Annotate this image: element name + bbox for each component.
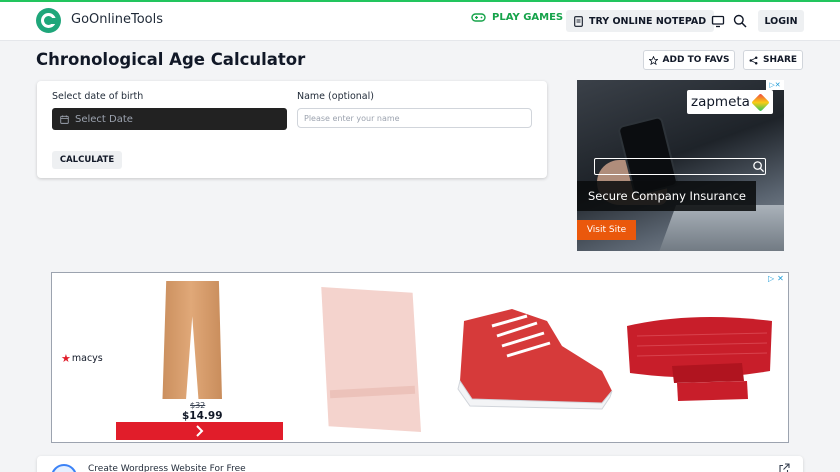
adchoices-icon[interactable]: ▷✕ bbox=[768, 273, 788, 283]
logo-icon[interactable] bbox=[36, 8, 61, 33]
share-label: SHARE bbox=[762, 55, 798, 65]
add-to-favs-button[interactable]: ADD TO FAVS bbox=[643, 50, 735, 70]
page-title: Chronological Age Calculator bbox=[36, 50, 306, 69]
ad-search-icon bbox=[753, 161, 765, 173]
ad-next-button[interactable] bbox=[116, 422, 283, 440]
macys-logo: ★ macys bbox=[61, 352, 103, 365]
monitor-icon[interactable] bbox=[711, 14, 725, 28]
calculator-card: Select date of birth Name (optional) Sel… bbox=[37, 81, 547, 178]
banner-ad[interactable]: ▷ ✕ ★ macys $32 $14.99 bbox=[51, 272, 789, 443]
play-games-label: PLAY GAMES bbox=[492, 12, 564, 23]
sale-price: $14.99 bbox=[182, 410, 223, 422]
adchoices-icon[interactable]: ▷✕ bbox=[766, 80, 784, 90]
search-icon[interactable] bbox=[733, 14, 747, 28]
ad-laptop-image bbox=[657, 205, 784, 251]
visit-site-button[interactable]: Visit Site bbox=[577, 220, 636, 240]
name-label: Name (optional) bbox=[297, 91, 374, 102]
external-link-icon[interactable] bbox=[779, 463, 790, 472]
macys-brand-name: macys bbox=[71, 353, 103, 364]
ad-sneaker-image bbox=[457, 309, 613, 410]
sidebar-ad[interactable]: ▷✕ zapmeta Secure Company Insurance Visi… bbox=[577, 80, 784, 251]
name-input[interactable] bbox=[297, 108, 532, 128]
notepad-icon bbox=[574, 15, 583, 27]
ad-pants-image bbox=[162, 281, 222, 399]
add-to-favs-label: ADD TO FAVS bbox=[662, 55, 730, 65]
ad-sheets-image bbox=[627, 317, 772, 401]
related-tool-title[interactable]: Create Wordpress Website For Free bbox=[88, 464, 246, 472]
star-icon bbox=[648, 55, 658, 65]
ad-brand-logo: zapmeta bbox=[687, 90, 773, 114]
dob-label: Select date of birth bbox=[52, 91, 144, 102]
date-of-birth-picker[interactable]: Select Date bbox=[52, 108, 287, 130]
play-games-link[interactable]: PLAY GAMES bbox=[471, 12, 563, 23]
chevron-right-icon bbox=[196, 425, 204, 437]
old-price: $32 bbox=[190, 401, 206, 410]
login-button[interactable]: LOGIN bbox=[758, 10, 804, 32]
ad-towel-image bbox=[321, 287, 421, 432]
notepad-label: TRY ONLINE NOTEPAD bbox=[589, 15, 707, 27]
brand-name[interactable]: GoOnlineTools bbox=[71, 12, 163, 27]
try-notepad-button[interactable]: TRY ONLINE NOTEPAD bbox=[566, 10, 715, 32]
gamepad-icon bbox=[471, 13, 486, 22]
calculate-button[interactable]: CALCULATE bbox=[52, 151, 122, 169]
share-icon bbox=[749, 56, 758, 64]
site-header: GoOnlineTools PLAY GAMES TRY ONLINE NOTE… bbox=[0, 2, 840, 41]
ad-headline[interactable]: Secure Company Insurance bbox=[577, 181, 756, 211]
ad-search-box[interactable] bbox=[594, 158, 766, 175]
ad-brand-name: zapmeta bbox=[691, 94, 750, 110]
related-tool-card[interactable]: Create Wordpress Website For Free bbox=[37, 456, 803, 472]
date-placeholder: Select Date bbox=[75, 113, 133, 125]
share-button[interactable]: SHARE bbox=[743, 50, 803, 70]
zapmeta-logo-icon bbox=[751, 92, 770, 112]
wordpress-logo-icon bbox=[51, 464, 77, 472]
macys-star-icon: ★ bbox=[61, 352, 71, 365]
calendar-icon bbox=[60, 114, 69, 124]
